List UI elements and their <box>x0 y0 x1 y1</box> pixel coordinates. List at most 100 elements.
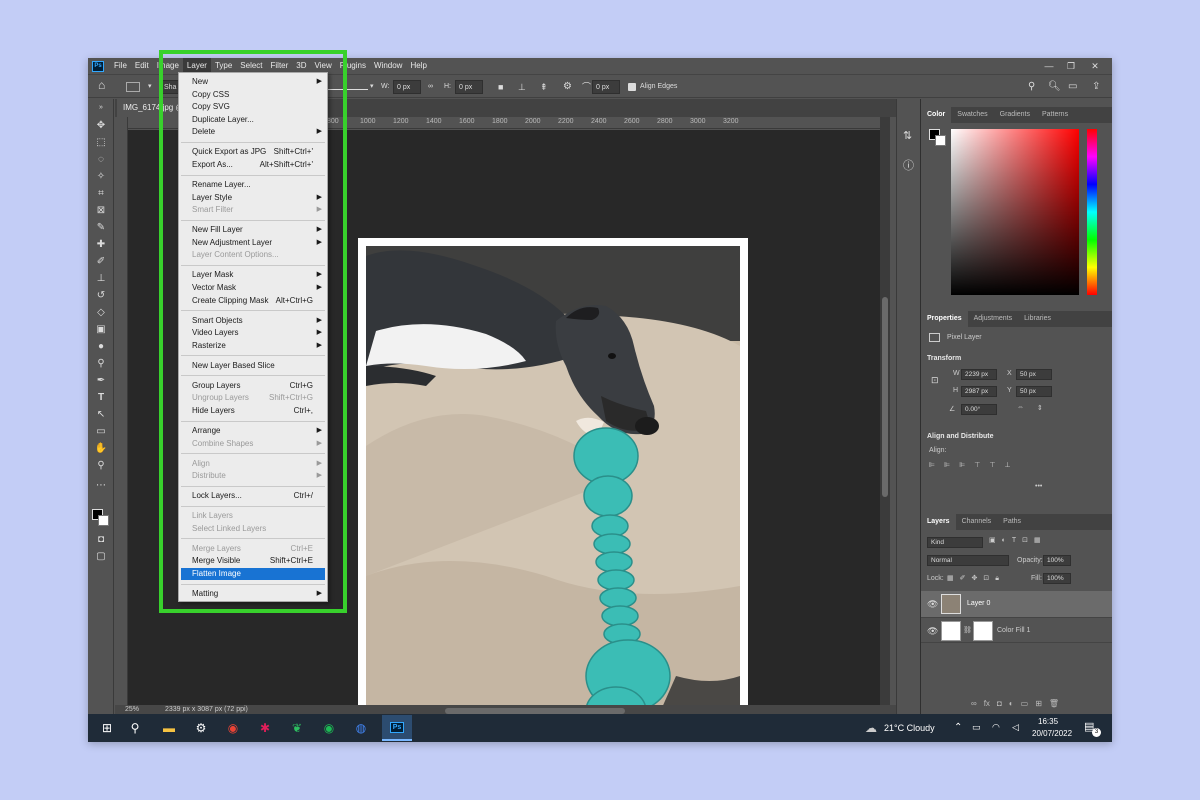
dodge-tool-icon[interactable]: ⚲ <box>94 357 108 371</box>
menu-help[interactable]: Help <box>406 58 430 74</box>
path-operations-icon[interactable]: ■ <box>498 80 503 94</box>
blend-mode-select[interactable]: Normal <box>927 555 1009 566</box>
share-icon[interactable]: ⇪ <box>1092 80 1100 94</box>
file-explorer-icon[interactable]: ▬ <box>158 718 180 738</box>
frame-tool-icon[interactable]: ⊠ <box>94 204 108 218</box>
tab-gradients[interactable]: Gradients <box>994 107 1036 123</box>
scroll-thumb[interactable] <box>882 297 888 497</box>
tab-channels[interactable]: Channels <box>956 514 998 530</box>
hand-tool-icon[interactable]: ✋ <box>94 442 108 456</box>
photoshop-taskbar-button[interactable]: Ps <box>382 715 412 741</box>
maximize-icon[interactable]: ❐ <box>1060 58 1082 74</box>
layer-name[interactable]: Layer 0 <box>967 600 990 607</box>
lock-icons[interactable]: ▦✐✥⊡🔒︎ <box>947 574 1005 583</box>
eyedropper-tool-icon[interactable]: ✎ <box>94 221 108 235</box>
tab-swatches[interactable]: Swatches <box>951 107 993 123</box>
hue-slider[interactable] <box>1087 129 1097 295</box>
screen-mode-icon[interactable]: ▢ <box>94 550 108 564</box>
type-tool-icon[interactable]: T <box>94 391 108 405</box>
history-icon[interactable]: ⇅ <box>903 129 912 142</box>
trash-icon[interactable]: 🗑︎ <box>1049 699 1059 713</box>
fx-icon[interactable]: fx <box>984 699 990 713</box>
color-picker-field[interactable] <box>951 129 1079 295</box>
filter-icons[interactable]: ▣◐T⊡▦ <box>989 536 1047 544</box>
radius-input[interactable]: 0 px <box>592 80 620 94</box>
search-icon[interactable]: ⚲ <box>1028 80 1035 94</box>
opacity-input[interactable]: 100% <box>1043 555 1071 566</box>
more-tools-icon[interactable]: ⋯ <box>94 479 108 493</box>
align-edges-checkbox[interactable] <box>628 83 636 91</box>
rect-tool-preset-icon[interactable] <box>126 82 140 92</box>
tab-libraries[interactable]: Libraries <box>1018 311 1057 327</box>
clock-date[interactable]: 20/07/2022 <box>1032 729 1072 738</box>
width-input[interactable]: 0 px <box>393 80 421 94</box>
expand-arrows-icon[interactable]: » <box>94 101 108 115</box>
document-info[interactable]: 2339 px x 3087 px (72 ppi) <box>165 706 248 713</box>
zoom-tool-icon[interactable]: ⚲ <box>94 459 108 473</box>
brush-tool-icon[interactable]: ✐ <box>94 255 108 269</box>
minimize-icon[interactable]: — <box>1038 58 1060 74</box>
settings-gear-icon[interactable]: ⚙ <box>190 718 212 738</box>
fill-input[interactable]: 100% <box>1043 573 1071 584</box>
eye-icon[interactable]: 👁︎ <box>927 599 938 610</box>
tab-paths[interactable]: Paths <box>997 514 1027 530</box>
home-icon[interactable]: ⌂ <box>98 78 105 92</box>
stamp-tool-icon[interactable]: ⊥ <box>94 272 108 286</box>
transform-title[interactable]: Transform <box>927 355 961 362</box>
tab-adjustments[interactable]: Adjustments <box>968 311 1019 327</box>
height-input[interactable]: 2987 px <box>961 386 997 397</box>
volume-icon[interactable]: ◁ <box>1012 722 1019 733</box>
width-input[interactable]: 2239 px <box>961 369 997 380</box>
magic-wand-tool-icon[interactable]: ✧ <box>94 170 108 184</box>
layer-row[interactable]: 👁︎ Layer 0 <box>921 591 1112 617</box>
clock-time[interactable]: 16:35 <box>1038 717 1058 726</box>
menu-window[interactable]: Window <box>370 58 406 74</box>
tab-color[interactable]: Color <box>921 107 952 123</box>
link-layers-icon[interactable]: ∞ <box>971 699 977 713</box>
eraser-tool-icon[interactable]: ◇ <box>94 306 108 320</box>
add-mask-icon[interactable]: ◘ <box>997 699 1002 713</box>
layer-name[interactable]: Color Fill 1 <box>997 627 1030 634</box>
angle-input[interactable]: 0.00° <box>961 404 997 415</box>
chevron-down-icon[interactable]: ▾ <box>370 80 374 94</box>
blur-tool-icon[interactable]: ● <box>94 340 108 354</box>
marquee-tool-icon[interactable]: ⬚ <box>94 136 108 150</box>
path-arrangement-icon[interactable]: ⇞ <box>540 80 548 94</box>
pen-tool-icon[interactable]: ✒ <box>94 374 108 388</box>
menu-file[interactable]: File <box>110 58 131 74</box>
more-options-icon[interactable]: ••• <box>1035 483 1042 490</box>
healing-brush-tool-icon[interactable]: ✚ <box>94 238 108 252</box>
flip-horizontal-icon[interactable]: ⇔ <box>1017 404 1024 411</box>
zoom-level[interactable]: 25% <box>125 706 139 713</box>
flip-vertical-icon[interactable]: ⇕ <box>1037 404 1043 412</box>
align-distribute-title[interactable]: Align and Distribute <box>927 433 994 440</box>
background-color-swatch[interactable] <box>935 135 946 146</box>
new-layer-icon[interactable]: ⊞ <box>1035 699 1042 713</box>
align-buttons-icon[interactable]: ⊫⊫⊫⊤⊤⊥ <box>929 461 1020 469</box>
height-input[interactable]: 0 px <box>455 80 483 94</box>
spotify-icon[interactable]: ◉ <box>318 718 340 738</box>
battery-icon[interactable]: ▭ <box>972 722 981 733</box>
close-icon[interactable]: ✕ <box>1084 58 1106 74</box>
chevron-down-icon[interactable]: ▾ <box>148 80 152 94</box>
gear-icon[interactable]: ⚙ <box>563 80 572 94</box>
chrome-icon[interactable]: ◉ <box>222 718 244 738</box>
windows-start-icon[interactable]: ⊞ <box>96 718 118 738</box>
tab-layers[interactable]: Layers <box>921 514 956 530</box>
path-selection-tool-icon[interactable]: ↖ <box>94 408 108 422</box>
slack-icon[interactable]: ✱ <box>254 718 276 738</box>
info-icon[interactable]: ⓘ <box>903 157 914 173</box>
crop-tool-icon[interactable]: ⌗ <box>94 187 108 201</box>
background-color-swatch[interactable] <box>98 515 109 526</box>
wifi-icon[interactable]: ◠ <box>992 722 1000 733</box>
path-alignment-icon[interactable]: ⊥ <box>518 80 526 94</box>
rectangle-tool-icon[interactable]: ▭ <box>94 425 108 439</box>
tab-properties[interactable]: Properties <box>921 311 968 327</box>
group-folder-icon[interactable]: ▭ <box>1021 699 1029 713</box>
adjustment-layer-icon[interactable]: ◐ <box>1009 699 1014 713</box>
y-input[interactable]: 50 px <box>1016 386 1052 397</box>
history-brush-tool-icon[interactable]: ↺ <box>94 289 108 303</box>
chevron-up-icon[interactable]: ⌃ <box>954 722 962 733</box>
globe-icon[interactable]: ◍ <box>350 718 372 738</box>
weather-text[interactable]: 21°C Cloudy <box>884 723 935 733</box>
